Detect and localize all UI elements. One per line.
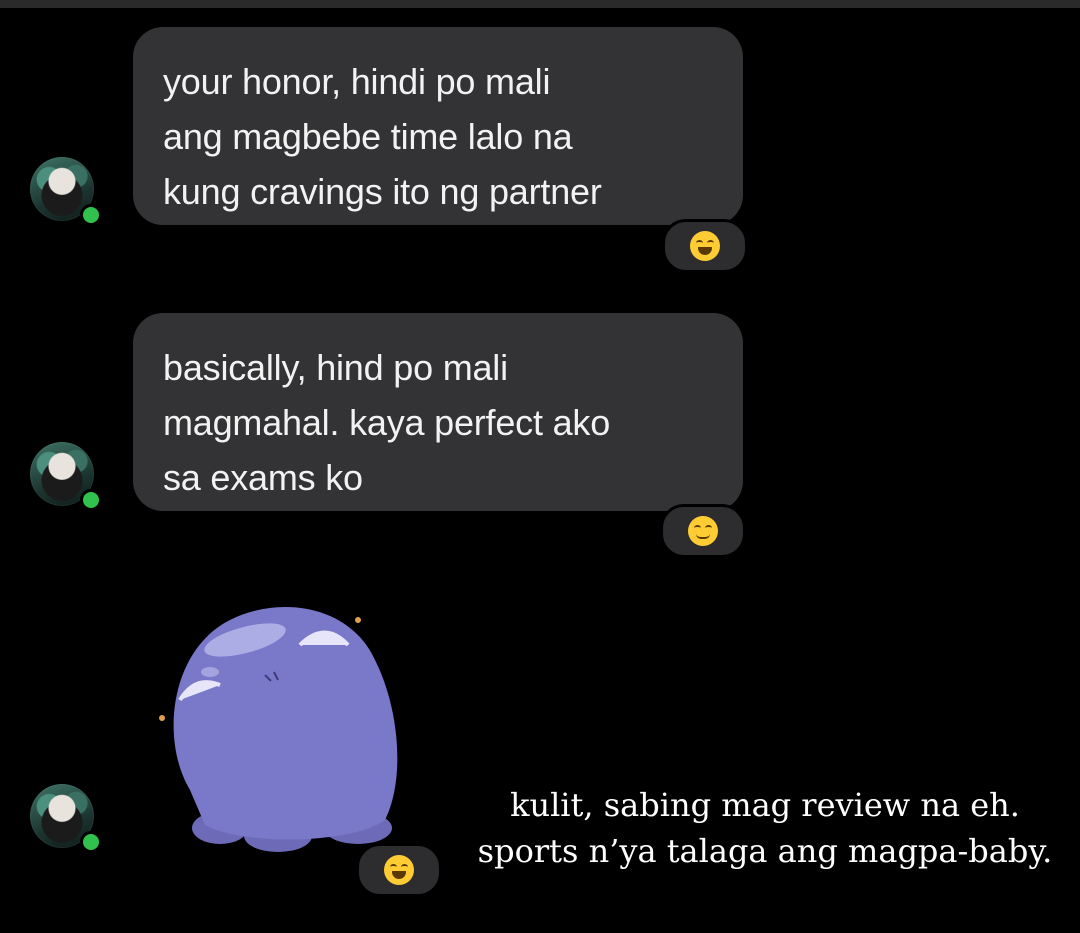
laughing-emoji-icon [690, 231, 720, 261]
message-reaction[interactable] [662, 219, 748, 273]
message-reaction[interactable] [660, 504, 746, 558]
message-reaction[interactable] [356, 843, 442, 897]
caption-line: kulit, sabing mag review na eh. [510, 786, 1020, 824]
message-line: kung cravings ito ng partner [163, 171, 602, 212]
caption-text: kulit, sabing mag review na eh. sports n… [470, 782, 1060, 874]
chat-thread[interactable]: your honor, hindi po mali ang magbebe ti… [0, 0, 1080, 933]
message-bubble[interactable]: basically, hind po mali magmahal. kaya p… [133, 313, 743, 511]
online-status-dot [80, 489, 102, 511]
message-line: basically, hind po mali [163, 347, 508, 388]
message-line: sa exams ko [163, 457, 363, 498]
message-line: ang magbebe time lalo na [163, 116, 573, 157]
relieved-emoji-icon [688, 516, 718, 546]
message-line: your honor, hindi po mali [163, 61, 551, 102]
caption-line: sports n’ya talaga ang magpa-baby. [477, 832, 1053, 870]
laughing-emoji-icon [384, 855, 414, 885]
online-status-dot [80, 204, 102, 226]
message-bubble[interactable]: your honor, hindi po mali ang magbebe ti… [133, 27, 743, 225]
online-status-dot [80, 831, 102, 853]
message-line: magmahal. kaya perfect ako [163, 402, 611, 443]
purple-blob-sticker[interactable] [150, 590, 420, 860]
